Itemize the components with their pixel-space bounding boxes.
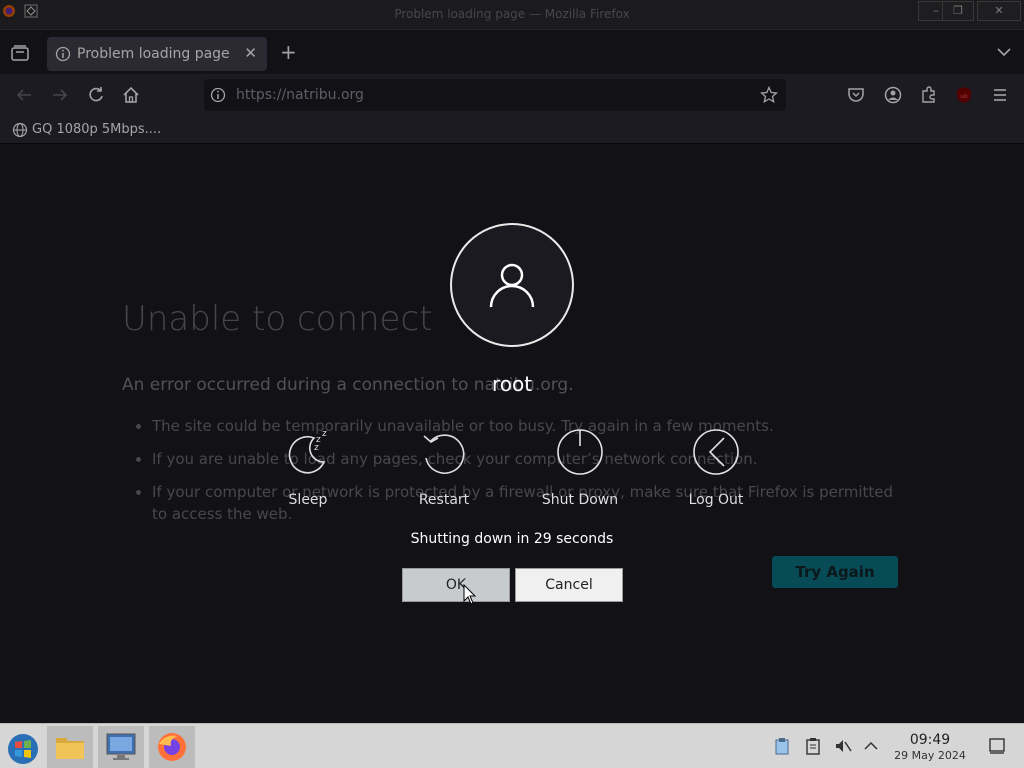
cancel-button[interactable]: Cancel bbox=[515, 568, 623, 602]
volume-muted-icon[interactable] bbox=[834, 737, 852, 755]
taskbar-firefox[interactable] bbox=[149, 726, 195, 768]
taskbar-desktop[interactable] bbox=[98, 726, 144, 768]
action-label: Shut Down bbox=[541, 492, 619, 508]
logout-icon bbox=[693, 429, 739, 475]
logout-overlay bbox=[0, 0, 1024, 723]
shut-down-button[interactable]: Shut Down bbox=[530, 428, 630, 508]
notes-icon[interactable] bbox=[804, 737, 822, 755]
power-icon bbox=[557, 429, 603, 475]
tray-expand-icon[interactable] bbox=[862, 737, 880, 755]
start-menu-icon bbox=[8, 734, 38, 764]
action-label: Log Out bbox=[688, 492, 744, 508]
svg-text:z: z bbox=[314, 443, 319, 453]
ok-button[interactable]: OK bbox=[402, 568, 510, 602]
svg-text:z: z bbox=[322, 429, 327, 439]
user-icon bbox=[489, 263, 535, 308]
monitor-icon bbox=[106, 733, 136, 760]
user-name: root bbox=[491, 372, 533, 396]
firefox-icon bbox=[158, 733, 186, 761]
sleep-button[interactable]: z z z Sleep bbox=[258, 428, 358, 508]
taskbar: 09:49 29 May 2024 bbox=[0, 723, 1024, 768]
start-menu-button[interactable] bbox=[0, 726, 46, 768]
folder-icon bbox=[56, 738, 84, 759]
log-out-button[interactable]: Log Out bbox=[666, 428, 766, 508]
clock-date[interactable]: 29 May 2024 bbox=[880, 749, 980, 762]
restart-button[interactable]: Restart bbox=[394, 428, 494, 508]
show-desktop-icon[interactable] bbox=[988, 737, 1006, 755]
avatar bbox=[450, 223, 574, 347]
clock-time[interactable]: 09:49 bbox=[880, 732, 980, 748]
action-label: Sleep bbox=[288, 492, 328, 508]
action-label: Restart bbox=[418, 492, 470, 508]
clipboard-icon[interactable] bbox=[773, 737, 791, 755]
taskbar-file-manager[interactable] bbox=[47, 726, 93, 768]
restart-icon bbox=[423, 434, 465, 474]
mouse-cursor-icon bbox=[463, 584, 477, 605]
countdown-text: Shutting down in 29 seconds bbox=[410, 531, 614, 547]
sleep-icon: z z z bbox=[288, 429, 327, 474]
